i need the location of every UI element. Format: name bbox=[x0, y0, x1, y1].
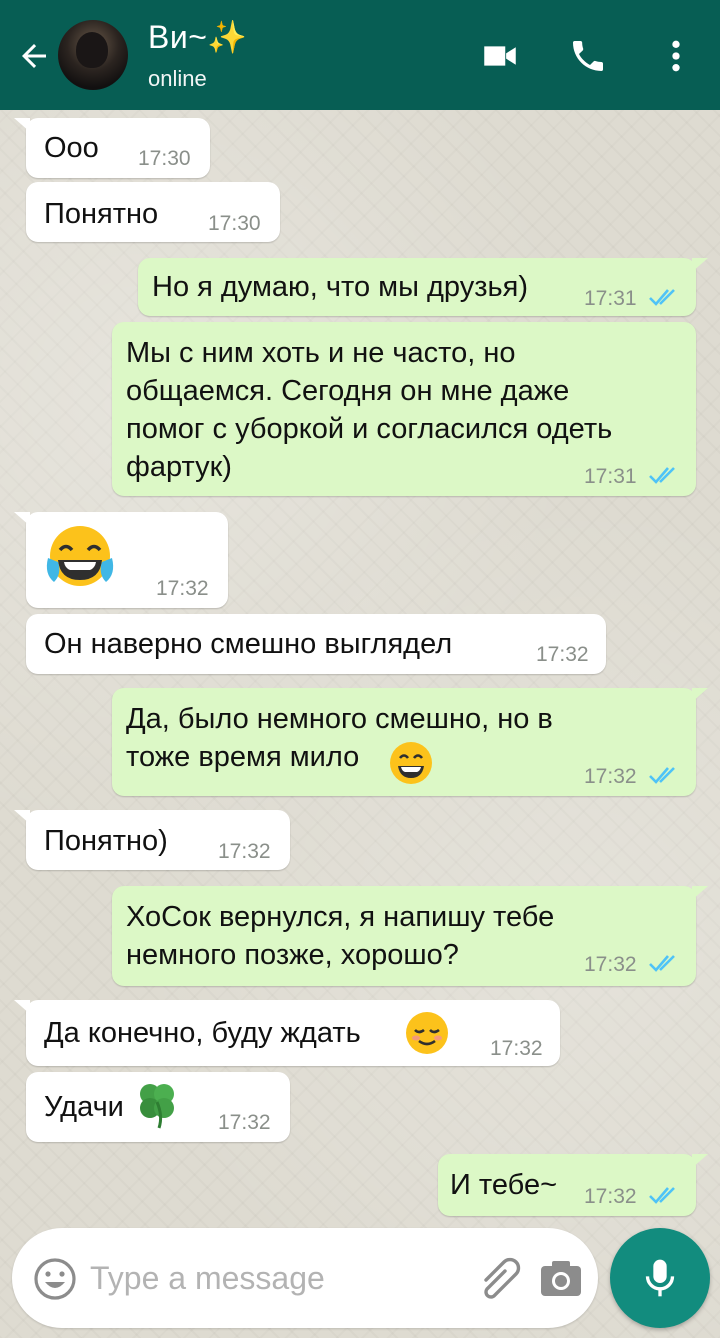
avatar[interactable] bbox=[58, 20, 128, 90]
message-incoming[interactable]: Удачи 17:32 bbox=[26, 1072, 290, 1142]
message-outgoing[interactable]: ХоСок вернулся, я напишу тебе немного по… bbox=[112, 886, 708, 986]
voice-call-button[interactable] bbox=[566, 34, 610, 78]
message-text: Ооо bbox=[44, 132, 99, 164]
message-outgoing[interactable]: Да, было немного смешно, но в тоже время… bbox=[112, 688, 708, 796]
bubble-tail bbox=[692, 1154, 708, 1168]
message-time: 17:32 bbox=[584, 953, 637, 976]
message-time: 17:32 bbox=[584, 1185, 637, 1208]
video-call-button[interactable] bbox=[478, 34, 522, 78]
message-incoming[interactable]: Понятно 17:30 bbox=[26, 182, 280, 242]
bubble-tail bbox=[14, 118, 30, 132]
video-camera-icon bbox=[484, 46, 516, 66]
message-text: Но я думаю, что мы друзья) bbox=[152, 271, 528, 303]
camera-icon[interactable] bbox=[538, 1256, 584, 1300]
more-vertical-icon bbox=[672, 40, 680, 72]
message-text: Понятно) bbox=[44, 825, 168, 857]
read-ticks-icon bbox=[649, 467, 675, 484]
message-time: 17:30 bbox=[138, 147, 191, 170]
microphone-icon bbox=[645, 1259, 675, 1297]
grinning-emoji bbox=[390, 742, 432, 784]
message-text: Да конечно, буду ждать bbox=[44, 1017, 361, 1049]
message-incoming[interactable]: 17:32 bbox=[14, 512, 228, 608]
bubble-tail bbox=[692, 688, 708, 702]
message-time: 17:32 bbox=[218, 1111, 271, 1134]
paperclip-icon[interactable] bbox=[472, 1252, 528, 1304]
message-incoming[interactable]: Да конечно, буду ждать 17:32 bbox=[14, 1000, 560, 1066]
message-composer bbox=[12, 1228, 598, 1328]
bubble-tail bbox=[692, 886, 708, 900]
read-ticks-icon bbox=[649, 767, 675, 784]
message-time: 17:32 bbox=[490, 1037, 543, 1060]
message-time: 17:32 bbox=[156, 577, 209, 600]
message-time: 17:32 bbox=[584, 765, 637, 788]
message-text: ХоСок вернулся, я напишу тебе немного по… bbox=[126, 901, 555, 971]
bubble-tail bbox=[14, 512, 30, 526]
message-outgoing[interactable]: Мы с ним хоть и не часто, но общаемся. С… bbox=[112, 322, 696, 496]
smiley-icon[interactable] bbox=[32, 1256, 78, 1302]
message-outgoing[interactable]: Но я думаю, что мы друзья) 17:31 bbox=[138, 258, 708, 316]
contact-name[interactable]: Ви~✨ bbox=[148, 18, 248, 56]
message-input[interactable] bbox=[90, 1254, 450, 1302]
message-incoming[interactable]: Понятно) 17:32 bbox=[14, 810, 290, 870]
message-text: Да, было немного смешно, но в тоже время… bbox=[126, 703, 553, 773]
chat-header: Ви~✨ online bbox=[0, 0, 720, 110]
message-time: 17:32 bbox=[536, 643, 589, 666]
read-ticks-icon bbox=[649, 289, 675, 306]
phone-icon bbox=[573, 41, 603, 71]
message-outgoing[interactable]: И тебе~ 17:32 bbox=[438, 1154, 708, 1216]
bubble-tail bbox=[692, 258, 708, 272]
contact-status: online bbox=[148, 66, 207, 91]
back-button[interactable] bbox=[14, 36, 54, 76]
message-time: 17:32 bbox=[218, 840, 271, 863]
read-ticks-icon bbox=[649, 1187, 675, 1204]
message-incoming[interactable]: Ооо 17:30 bbox=[14, 118, 210, 178]
message-incoming[interactable]: Он наверно смешно выглядел 17:32 bbox=[26, 614, 606, 674]
message-text: Мы с ним хоть и не часто, но общаемся. С… bbox=[126, 337, 613, 483]
message-time: 17:31 bbox=[584, 287, 637, 310]
message-text: Понятно bbox=[44, 198, 159, 230]
tears-of-joy-emoji bbox=[46, 526, 114, 586]
message-time: 17:30 bbox=[208, 212, 261, 235]
message-text: Удачи bbox=[44, 1091, 124, 1123]
relieved-emoji bbox=[406, 1012, 448, 1054]
read-ticks-icon bbox=[649, 955, 675, 972]
voice-record-button[interactable] bbox=[610, 1228, 710, 1328]
four-leaf-clover-emoji bbox=[140, 1084, 174, 1129]
message-text: И тебе~ bbox=[450, 1169, 558, 1201]
message-text: Он наверно смешно выглядел bbox=[44, 628, 453, 660]
arrow-left-icon bbox=[22, 44, 46, 68]
bubble-tail bbox=[14, 810, 30, 824]
bubble-tail bbox=[14, 1000, 30, 1014]
message-time: 17:31 bbox=[584, 465, 637, 488]
more-options-button[interactable] bbox=[654, 34, 698, 78]
